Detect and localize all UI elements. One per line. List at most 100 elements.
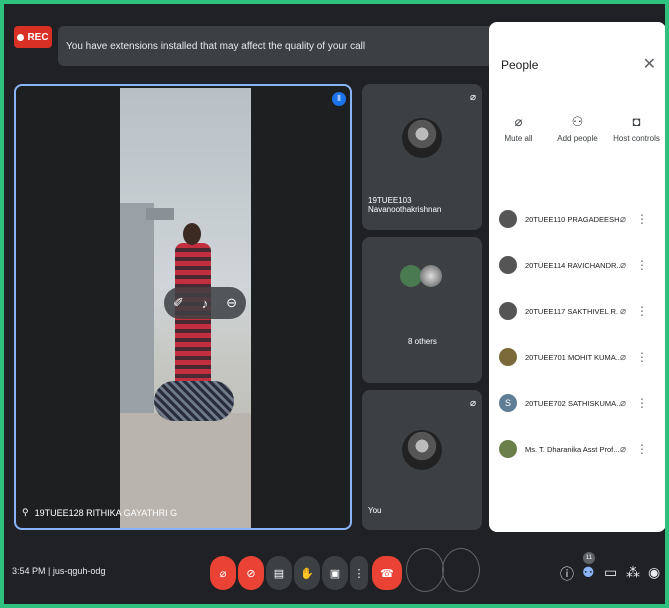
raise-hand-button[interactable]: ✋: [294, 556, 320, 590]
more-options-icon[interactable]: ⋮: [636, 442, 648, 456]
list-item[interactable]: 20TUEE117 SAKTHIVEL R. ⌀ ⋮: [489, 288, 665, 334]
avatar: [420, 265, 442, 287]
list-item[interactable]: 20TUEE701 MOHIT KUMA... ⌀ ⋮: [489, 334, 665, 380]
participant-name: 20TUEE114 RAVICHANDR...: [525, 260, 623, 270]
avatar: [402, 430, 442, 470]
others-tile[interactable]: 8 others: [362, 237, 482, 383]
people-panel: People ✕ ⌀ Mute all ⚇ Add people ◘ Host …: [489, 22, 665, 532]
participant-name: 20TUEE701 MOHIT KUMA...: [525, 352, 622, 362]
mic-off-icon: ⌀: [619, 213, 626, 225]
host-controls-button[interactable]: ◘ Host controls: [608, 114, 666, 143]
mic-off-icon: ⌀: [469, 92, 476, 103]
mic-off-icon: ⌀: [619, 397, 626, 409]
mic-icon[interactable]: ♪: [202, 296, 209, 311]
more-options-icon[interactable]: ⋮: [636, 396, 648, 410]
tile-name: 8 others: [408, 337, 437, 346]
close-icon[interactable]: ✕: [643, 54, 656, 74]
self-tile[interactable]: ⌀ You: [362, 390, 482, 530]
mic-off-icon: ⌀: [219, 567, 227, 580]
speaking-indicator-icon: ⦀: [332, 92, 346, 106]
more-options-icon[interactable]: ⋮: [636, 304, 648, 318]
meeting-info: 3:54 PM | jus-qguh-odg: [12, 566, 105, 576]
list-item[interactable]: 20TUEE110 PRAGADEESH... ⌀ ⋮: [489, 196, 665, 242]
rec-label: REC: [27, 31, 49, 43]
present-button[interactable]: ▣: [322, 556, 348, 590]
bottom-toolbar: 3:54 PM | jus-qguh-odg ⌀ ⊘ ▤ ✋ ▣ ⋮ ☎ ⓘ ⚉…: [4, 544, 665, 604]
avatar: [400, 265, 422, 287]
list-item[interactable]: 20TUEE114 RAVICHANDR... ⌀ ⋮: [489, 242, 665, 288]
host-controls-label: Host controls: [613, 134, 660, 143]
meeting-code: jus-qguh-odg: [52, 566, 106, 576]
lock-icon: ◘: [632, 114, 641, 129]
participant-name: Ms. T. Dharanika Asst Prof...: [525, 444, 620, 454]
participant-name: 20TUEE117 SAKTHIVEL R.: [525, 306, 618, 316]
camera-off-icon: ⊘: [246, 567, 256, 580]
people-icon[interactable]: ⚉: [582, 564, 595, 581]
more-options-icon: ⋮: [353, 567, 365, 580]
info-icon[interactable]: ⓘ: [560, 564, 574, 584]
pin-icon[interactable]: ⚲: [22, 507, 29, 518]
camera-toggle-button[interactable]: ⊘: [238, 556, 264, 590]
avatar: [499, 256, 517, 274]
chat-icon[interactable]: ▭: [604, 564, 617, 581]
participant-name: 20TUEE110 PRAGADEESH...: [525, 214, 623, 224]
hand-icon: ✋: [300, 567, 314, 580]
leave-call-button[interactable]: ☎: [372, 556, 402, 590]
participant-name: 20TUEE702 SATHISKUMA...: [525, 398, 623, 408]
video-person-shape: [154, 381, 234, 421]
tile-name: You: [368, 506, 382, 515]
more-options-button[interactable]: ⋮: [350, 556, 368, 590]
host-controls-icon[interactable]: ◉: [648, 564, 660, 581]
video-building-shape: [146, 208, 174, 220]
activities-icon[interactable]: ⁂: [626, 564, 640, 581]
meet-window: REC You have extensions installed that m…: [4, 4, 665, 604]
present-icon: ▣: [329, 567, 341, 580]
extension-ring[interactable]: [442, 548, 480, 592]
extensions-warning-banner: You have extensions installed that may a…: [58, 26, 498, 66]
avatar: [499, 210, 517, 228]
main-tile-name-label: 19TUEE128 RITHIKA GAYATHRI G: [34, 507, 178, 518]
hang-up-icon: ☎: [380, 567, 394, 580]
add-person-icon: ⚇: [571, 114, 584, 129]
mute-all-label: Mute all: [504, 134, 533, 143]
mic-off-icon: ⌀: [514, 114, 523, 129]
mute-all-button[interactable]: ⌀ Mute all: [490, 114, 548, 143]
recording-badge: REC: [14, 26, 52, 48]
participant-tile[interactable]: ⌀ 19TUEE103 Navanoothakrishnan: [362, 84, 482, 230]
tile-name: 19TUEE103 Navanoothakrishnan: [368, 196, 442, 214]
video-person-shape: [183, 223, 201, 245]
participant-count-badge: 11: [583, 552, 595, 564]
people-actions: ⌀ Mute all ⚇ Add people ◘ Host controls: [489, 114, 665, 143]
mic-off-icon: ⌀: [619, 305, 626, 317]
mic-off-icon: ⌀: [619, 443, 626, 455]
remove-icon[interactable]: ⊖: [226, 295, 237, 311]
tile-hover-controls: ✐ ♪ ⊖: [164, 287, 246, 319]
captions-icon: ▤: [273, 567, 285, 580]
participant-list: 20TUEE110 PRAGADEESH... ⌀ ⋮ 20TUEE114 RA…: [489, 196, 665, 472]
main-video-tile[interactable]: ✐ ♪ ⊖ ⦀ ⚲ 19TUEE128 RITHIKA GAYATHRI G: [14, 84, 352, 530]
mic-off-icon: ⌀: [619, 259, 626, 271]
avatar: [499, 302, 517, 320]
mic-toggle-button[interactable]: ⌀: [210, 556, 236, 590]
avatar: [499, 440, 517, 458]
avatar: S: [499, 394, 517, 412]
list-item[interactable]: S 20TUEE702 SATHISKUMA... ⌀ ⋮: [489, 380, 665, 426]
avatar: [499, 348, 517, 366]
more-options-icon[interactable]: ⋮: [636, 258, 648, 272]
separator: |: [48, 566, 51, 576]
video-building-shape: [120, 203, 154, 418]
avatar: [402, 118, 442, 158]
mic-off-icon: ⌀: [619, 351, 626, 363]
extension-ring[interactable]: [406, 548, 444, 592]
people-title: People: [501, 58, 539, 72]
add-people-label: Add people: [557, 134, 598, 143]
more-options-icon[interactable]: ⋮: [636, 212, 648, 226]
more-options-icon[interactable]: ⋮: [636, 350, 648, 364]
captions-button[interactable]: ▤: [266, 556, 292, 590]
list-item[interactable]: Ms. T. Dharanika Asst Prof... ⌀ ⋮: [489, 426, 665, 472]
pin-icon[interactable]: ✐: [173, 295, 184, 311]
main-tile-name: ⚲ 19TUEE128 RITHIKA GAYATHRI G: [22, 507, 177, 518]
banner-text: You have extensions installed that may a…: [66, 40, 366, 52]
mic-off-icon: ⌀: [469, 398, 476, 409]
add-people-button[interactable]: ⚇ Add people: [549, 114, 607, 143]
